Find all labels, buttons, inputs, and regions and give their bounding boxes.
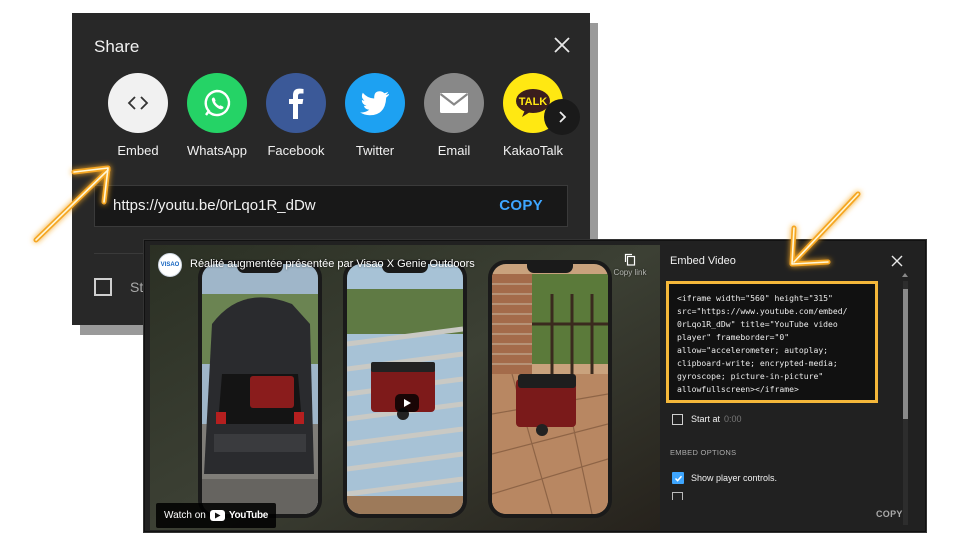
embed-title: Embed Video	[670, 255, 736, 267]
copy-embed-button[interactable]: COPY	[876, 509, 903, 519]
arrow-annotation-embed-code	[789, 191, 861, 267]
start-at-label: Start at	[691, 414, 721, 424]
youtube-play-icon	[209, 510, 225, 521]
share-url-text[interactable]: https://youtu.be/0rLqo1R_dDw	[113, 197, 316, 214]
arrow-annotation-embed	[33, 165, 111, 243]
watch-on-label: Watch on	[164, 510, 206, 521]
embed-side-panel: Embed Video <iframe width="560" height="…	[660, 241, 925, 531]
embed-options-heading: EMBED OPTIONS	[670, 448, 737, 457]
share-url-field[interactable]: https://youtu.be/0rLqo1R_dDw COPY	[94, 185, 568, 227]
chevron-right-icon	[559, 111, 567, 123]
whatsapp-icon	[187, 73, 247, 133]
share-label-kakaotalk: KakaoTalk	[503, 143, 563, 158]
share-label-whatsapp: WhatsApp	[187, 143, 247, 158]
embed-code-icon	[108, 73, 168, 133]
scrollbar-thumb[interactable]	[903, 289, 908, 419]
video-title[interactable]: Réalité augmentée présentée par Visao X …	[190, 258, 475, 270]
facebook-icon	[266, 73, 326, 133]
privacy-mode-checkbox[interactable]	[672, 492, 683, 500]
watch-on-youtube-button[interactable]: Watch on YouTube	[156, 503, 277, 528]
play-button[interactable]	[395, 394, 419, 412]
share-twitter-button[interactable]: Twitter	[337, 73, 413, 158]
share-title: Share	[94, 37, 140, 56]
share-email-button[interactable]: Email	[416, 73, 492, 158]
kakaotalk-logo-text: TALK	[519, 96, 548, 108]
copy-url-button[interactable]: COPY	[499, 197, 543, 214]
phone-frame-bleachers	[343, 260, 467, 518]
play-icon	[404, 399, 411, 407]
copy-icon	[624, 253, 636, 266]
show-controls-checkbox[interactable]	[672, 472, 684, 484]
scroll-up-arrow[interactable]	[902, 273, 908, 277]
embed-video-dialog: VISAO Réalité augmentée présentée par Vi…	[144, 240, 926, 532]
checkmark-icon	[674, 475, 682, 482]
scrollbar[interactable]	[903, 281, 908, 525]
close-icon[interactable]	[890, 254, 904, 268]
copy-link-label: Copy link	[613, 268, 647, 277]
next-arrow-button[interactable]	[544, 99, 580, 135]
phone-frame-car	[198, 260, 322, 518]
close-icon[interactable]	[550, 33, 574, 57]
twitter-icon	[345, 73, 405, 133]
share-label-twitter: Twitter	[355, 143, 395, 158]
show-controls-label: Show player controls.	[691, 473, 778, 483]
email-icon	[424, 73, 484, 133]
video-player[interactable]: VISAO Réalité augmentée présentée par Vi…	[150, 245, 660, 530]
share-label-facebook: Facebook	[267, 143, 325, 158]
channel-avatar[interactable]: VISAO	[158, 253, 182, 277]
start-at-checkbox[interactable]	[672, 414, 683, 425]
share-embed-button[interactable]: Embed	[100, 73, 176, 158]
start-at-time[interactable]: 0:00	[724, 414, 742, 424]
start-at-checkbox[interactable]	[94, 278, 112, 296]
share-facebook-button[interactable]: Facebook	[258, 73, 334, 158]
phone-frame-patio	[488, 260, 612, 518]
share-targets: Embed WhatsApp Facebook Twitter Email TA…	[100, 73, 580, 163]
share-label-email: Email	[437, 143, 471, 158]
embed-code-textarea[interactable]: <iframe width="560" height="315" src="ht…	[666, 281, 878, 403]
youtube-wordmark: YouTube	[228, 510, 269, 521]
start-at-label: St	[130, 279, 144, 295]
copy-link-button[interactable]: Copy link	[610, 253, 650, 277]
share-whatsapp-button[interactable]: WhatsApp	[179, 73, 255, 158]
